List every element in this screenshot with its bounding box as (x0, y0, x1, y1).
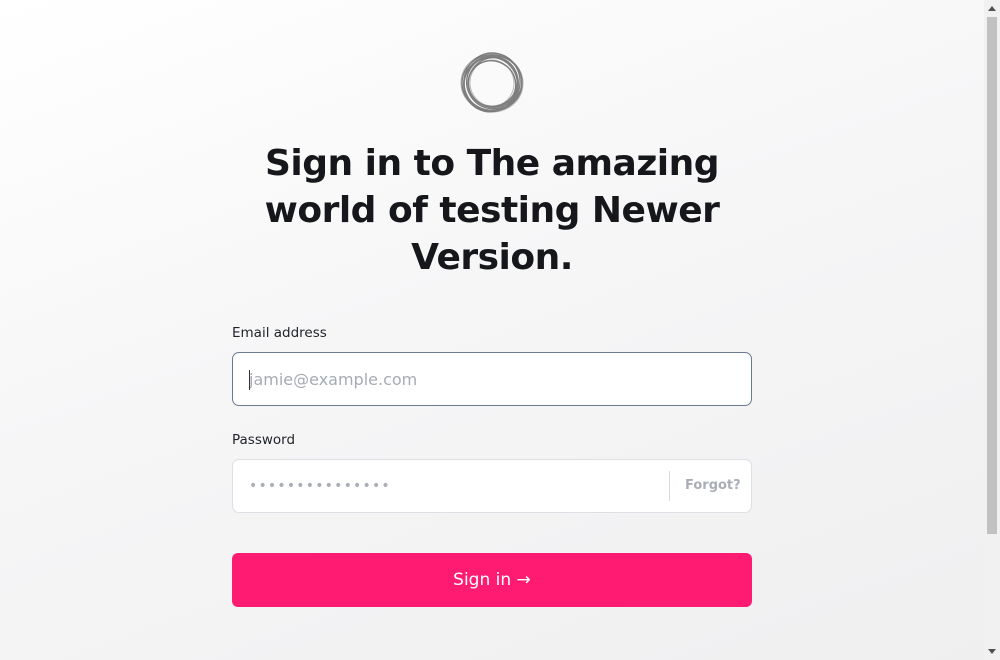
password-field[interactable]: ••••••••••••••• Forgot? (232, 459, 752, 513)
sign-in-button[interactable]: Sign in → (232, 553, 752, 607)
scrollbar-thumb[interactable] (987, 17, 997, 534)
text-caret (249, 370, 250, 390)
forgot-password-link[interactable]: Forgot? (685, 478, 741, 493)
vertical-scrollbar[interactable] (984, 0, 1000, 660)
email-field-container (232, 352, 752, 406)
password-masked-value: ••••••••••••••• (249, 478, 391, 494)
email-field[interactable] (249, 353, 739, 405)
email-label: Email address (232, 325, 327, 341)
ring-logo-icon (460, 52, 524, 113)
scroll-down-arrow-icon[interactable] (988, 649, 996, 654)
password-label: Password (232, 432, 296, 448)
sign-in-page: Sign in to The amazing world of testing … (0, 0, 984, 660)
page-title: Sign in to The amazing world of testing … (264, 143, 720, 278)
scroll-up-arrow-icon[interactable] (988, 6, 996, 11)
divider (669, 471, 670, 501)
